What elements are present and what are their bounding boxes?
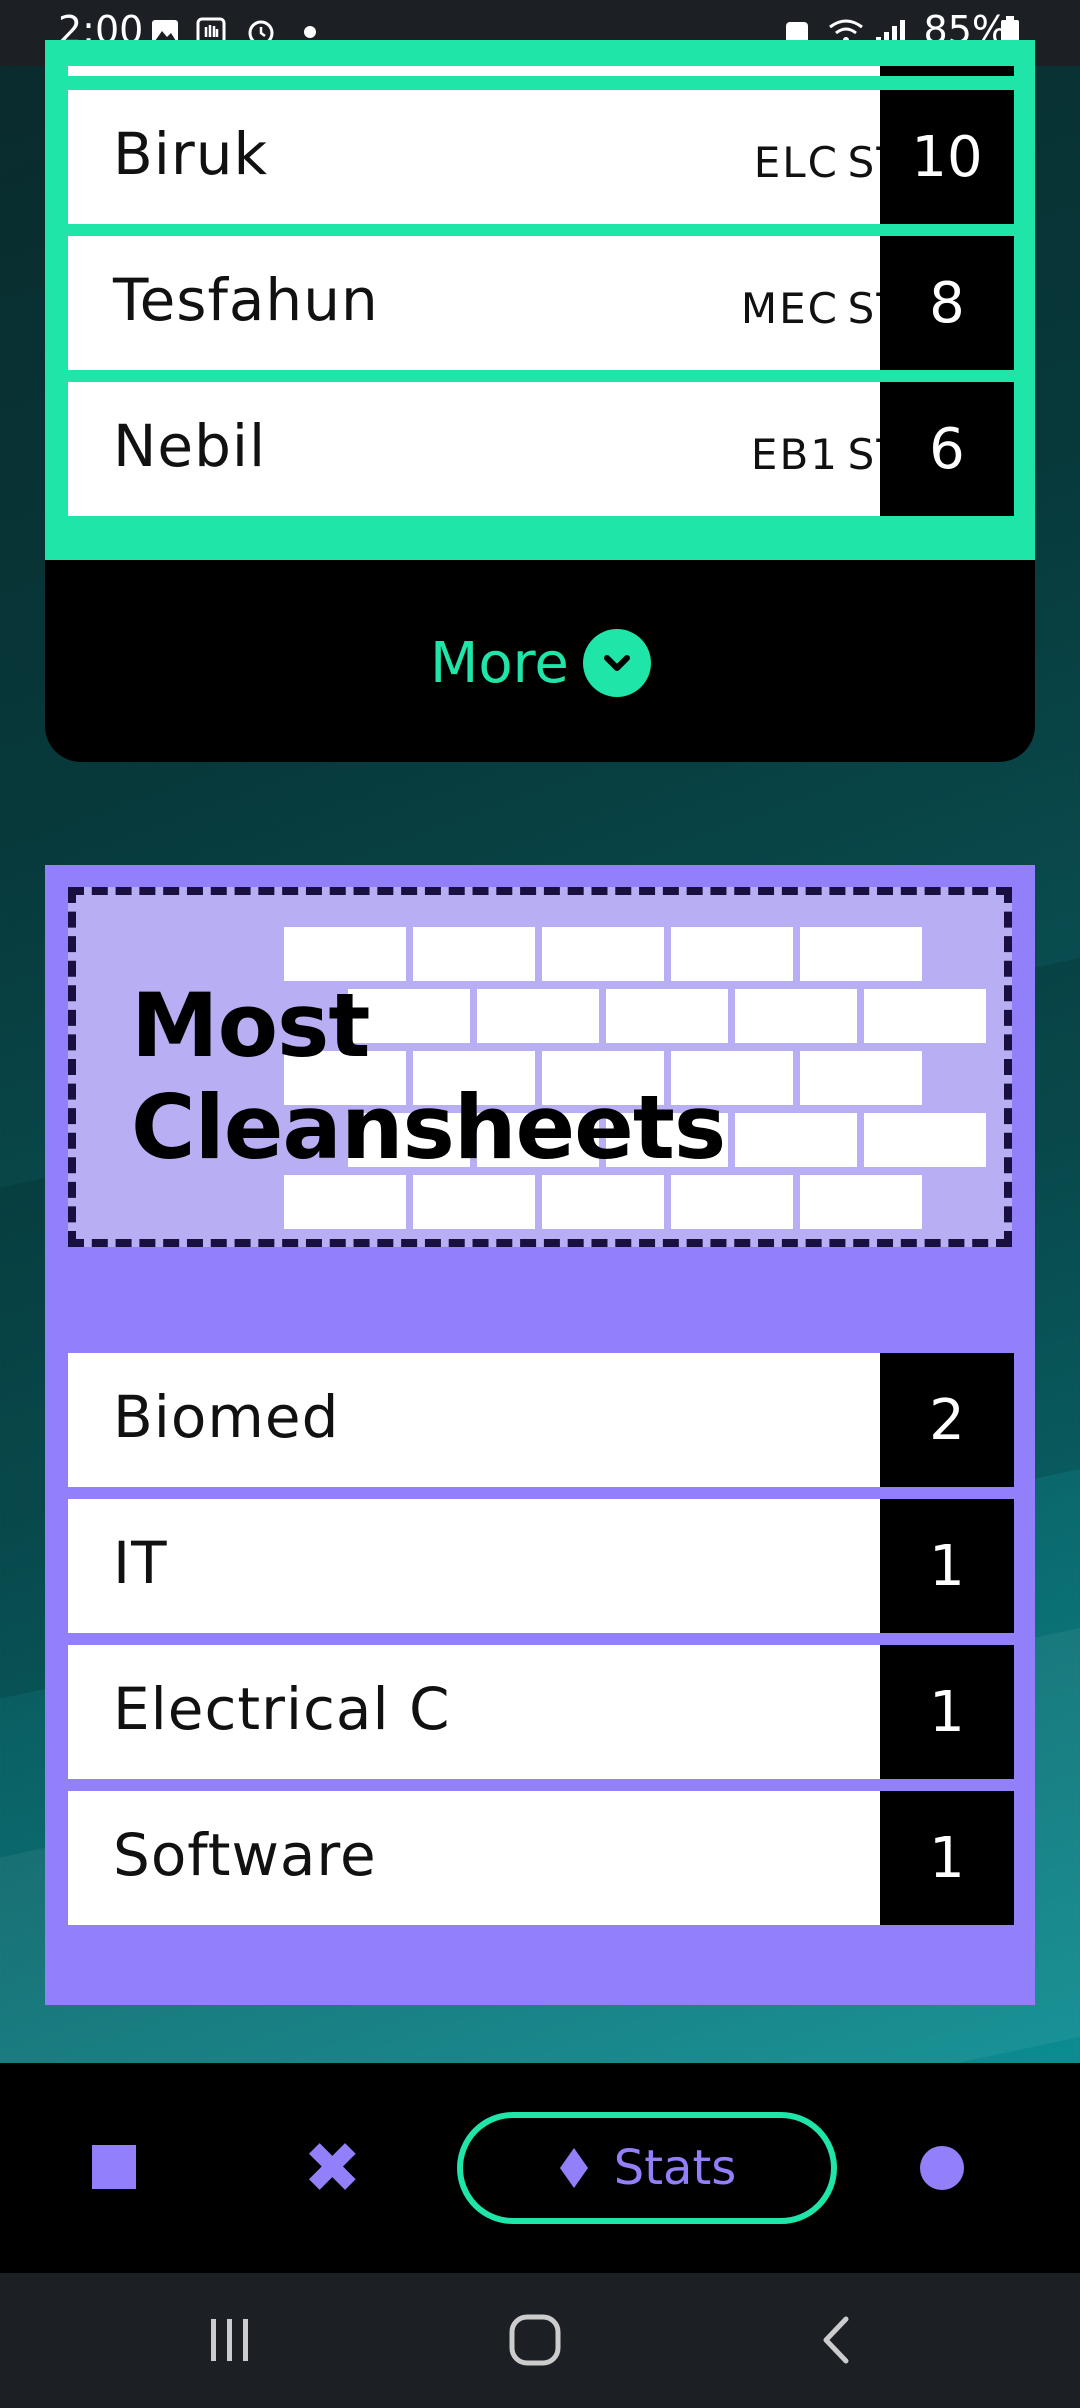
scorer-row[interactable]: Biruk ELC ST 10 <box>68 90 1014 224</box>
player-name: Nebil <box>113 412 267 480</box>
scorer-row[interactable]: Tesfahun MEC ST 8 <box>68 236 1014 370</box>
top-scorers-partial-num <box>880 66 1014 76</box>
cleansheet-row[interactable]: Electrical C 1 <box>68 1645 1014 1779</box>
goal-count: 10 <box>880 90 1014 224</box>
more-button[interactable]: More <box>430 625 651 701</box>
system-nav-bar <box>0 2273 1080 2408</box>
goal-count: 8 <box>880 236 1014 370</box>
diamond-icon <box>559 2148 588 2188</box>
stats-label: Stats <box>613 2140 737 2196</box>
cleansheet-count: 1 <box>880 1499 1014 1633</box>
cleansheet-row[interactable]: Biomed 2 <box>68 1353 1014 1487</box>
scorer-row[interactable]: Nebil EB1 ST 6 <box>68 382 1014 516</box>
cleansheet-count: 1 <box>880 1791 1014 1925</box>
top-scorers-partial-row <box>68 66 1014 76</box>
cleansheet-count: 1 <box>880 1645 1014 1779</box>
circle-icon[interactable] <box>920 2146 964 2190</box>
more-label: More <box>430 630 569 696</box>
home-icon[interactable] <box>508 2313 562 2367</box>
player-name: Tesfahun <box>113 266 379 334</box>
cleansheets-title: Most Cleansheets <box>131 974 726 1179</box>
square-icon[interactable] <box>92 2145 136 2189</box>
chevron-down-icon <box>582 629 651 697</box>
title-line-1: Most <box>131 974 370 1077</box>
cleansheet-count: 2 <box>880 1353 1014 1487</box>
cleansheets-header: Most Cleansheets <box>68 887 1012 1247</box>
recent-apps-icon[interactable] <box>205 2315 255 2365</box>
team-code: EB1 <box>750 430 839 479</box>
goal-count: 6 <box>880 382 1014 516</box>
player-name: Biruk <box>113 120 269 188</box>
back-icon[interactable] <box>818 2315 858 2365</box>
cleansheet-row[interactable]: IT 1 <box>68 1499 1014 1633</box>
team-name: Electrical C <box>113 1675 451 1743</box>
team-code: MEC <box>740 284 839 333</box>
team-name: Software <box>113 1821 377 1889</box>
title-line-2: Cleansheets <box>131 1076 726 1179</box>
x-icon[interactable]: ✖ <box>303 2128 362 2208</box>
cleansheet-row[interactable]: Software 1 <box>68 1791 1014 1925</box>
team-name: IT <box>113 1529 168 1597</box>
team-code: ELC <box>753 138 839 187</box>
stats-tab[interactable]: Stats <box>457 2112 837 2224</box>
team-name: Biomed <box>113 1383 340 1451</box>
